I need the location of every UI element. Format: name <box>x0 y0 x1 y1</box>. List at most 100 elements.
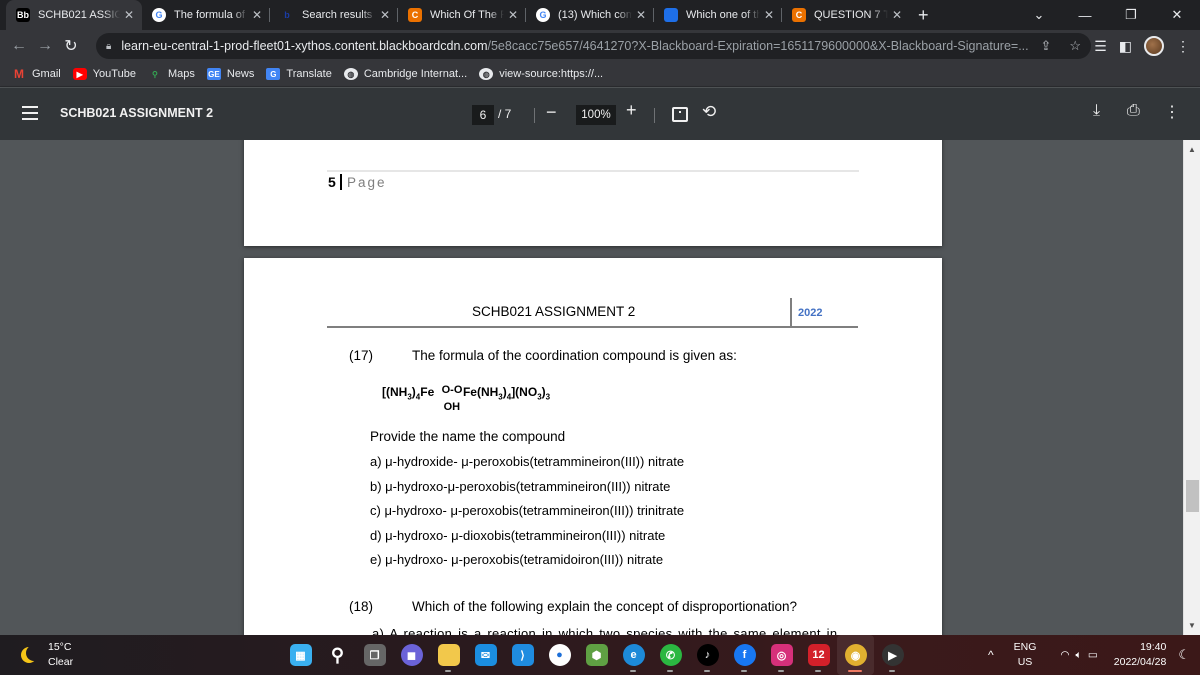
language-indicator[interactable]: ENG US <box>1014 640 1037 670</box>
reading-list-icon[interactable]: ☰ <box>1094 38 1107 55</box>
edge-icon: e <box>622 644 645 666</box>
scroll-thumb[interactable] <box>1186 480 1199 512</box>
wifi-icon[interactable]: ◠ <box>1060 649 1069 661</box>
reload-button[interactable]: ↻ <box>58 36 84 56</box>
close-tab-icon[interactable]: ✕ <box>892 8 902 22</box>
start-icon: ▦ <box>289 644 312 666</box>
lock-icon[interactable]: 🔒︎ <box>106 41 111 52</box>
taskbar-app[interactable]: ✆ <box>652 635 689 675</box>
profile-avatar[interactable] <box>1144 36 1164 56</box>
more-options-icon[interactable]: ⋮ <box>1164 102 1180 122</box>
bookmark-item[interactable]: ⚲ Maps <box>148 68 195 80</box>
page-number-input[interactable]: 6 <box>472 105 494 125</box>
taskbar-app[interactable]: ◎ <box>763 635 800 675</box>
scroll-up-arrow[interactable]: ▲ <box>1188 145 1196 154</box>
taskbar-app[interactable]: ⚲ <box>319 635 356 675</box>
teams-chat-icon: ◼ <box>400 644 423 666</box>
volume-icon[interactable]: 🔈︎ <box>1076 649 1082 662</box>
taskbar-app[interactable]: ◉ <box>837 635 874 675</box>
pdf-document-area[interactable]: 5 Page SCHB021 ASSIGNMENT 2 2022 (17) Th… <box>0 140 1183 635</box>
formula-right: Fe(NH3)4](NO3)3 <box>462 385 551 402</box>
notifications-icon[interactable]: ☾ <box>1178 647 1190 663</box>
bookmark-item[interactable]: ◍ view-source:https://... <box>479 68 603 80</box>
taskbar-app[interactable]: ◼ <box>393 635 430 675</box>
print-icon[interactable]: ⎙ <box>1127 102 1140 120</box>
running-indicator <box>445 670 451 672</box>
browser-tab[interactable]: G The formula of th ✕ <box>142 0 270 30</box>
back-button[interactable]: ← <box>6 37 32 55</box>
scroll-down-arrow[interactable]: ▼ <box>1188 621 1196 630</box>
close-window-button[interactable]: ✕ <box>1154 7 1200 23</box>
bookmark-star-icon[interactable]: ☆ <box>1069 38 1081 54</box>
close-tab-icon[interactable]: ✕ <box>380 8 390 22</box>
download-icon[interactable]: ⤓ <box>1093 102 1100 120</box>
answer-option: b) μ-hydroxo-μ-peroxobis(tetrammineiron(… <box>370 478 671 494</box>
browser-tab[interactable]: Bb SCHB021 ASSIGN ✕ <box>6 0 142 30</box>
taskbar-app[interactable]: ▦ <box>282 635 319 675</box>
zoom-in-button[interactable]: + <box>626 100 637 121</box>
browser-tab[interactable]: G (13) Which comp ✕ <box>526 0 654 30</box>
bookmark-item[interactable]: ▶ YouTube <box>72 68 136 80</box>
close-tab-icon[interactable]: ✕ <box>508 8 518 22</box>
taskbar-app[interactable]: ⟩ <box>504 635 541 675</box>
question-18-text: Which of the following explain the conce… <box>412 599 797 614</box>
page-header-title: SCHB021 ASSIGNMENT 2 <box>472 304 636 319</box>
browser-tab[interactable]: C QUESTION 7 The ✕ <box>782 0 910 30</box>
clock[interactable]: 19:40 2022/04/28 <box>1114 640 1167 670</box>
address-bar[interactable]: 🔒︎ learn-eu-central-1-prod-fleet01-xytho… <box>96 33 1091 59</box>
show-hidden-icons-chevron[interactable]: ^ <box>988 648 994 662</box>
taskbar-app[interactable]: f <box>726 635 763 675</box>
zoom-level-input[interactable]: 100% <box>576 105 616 125</box>
fit-to-page-icon[interactable] <box>672 107 688 122</box>
running-indicator <box>815 670 821 672</box>
clock-date: 2022/04/28 <box>1113 656 1167 668</box>
browser-toolbar: ← → ↻ 🔒︎ learn-eu-central-1-prod-fleet01… <box>0 30 1200 62</box>
zoom-out-button[interactable]: − <box>546 102 557 123</box>
restore-button[interactable]: ❐ <box>1108 7 1154 23</box>
browser-tab[interactable]: C Which Of The Fol ✕ <box>398 0 526 30</box>
bookmark-item[interactable]: M Gmail <box>12 67 61 81</box>
system-tray: ^ ENG US ◠ 🔈︎ ▭ 19:40 2022/04/28 ☾ <box>988 635 1200 675</box>
taskbar-app[interactable]: ⬢ <box>578 635 615 675</box>
taskbar-app[interactable]: 12 <box>800 635 837 675</box>
vertical-scrollbar[interactable]: ▲ ▼ <box>1183 140 1200 635</box>
weather-widget[interactable]: 15°C Clear <box>20 640 73 670</box>
close-tab-icon[interactable]: ✕ <box>124 8 134 22</box>
bookmark-item[interactable]: ◍ Cambridge Internat... <box>343 68 467 80</box>
forward-button[interactable]: → <box>32 37 58 55</box>
tab-search-icon[interactable]: ⌄ <box>1016 7 1062 23</box>
browser-tab[interactable]: Which one of the ✕ <box>654 0 782 30</box>
question-18-option-a: a) A reaction is a reaction in which two… <box>372 626 838 635</box>
bookmark-item[interactable]: G Translate <box>266 68 332 80</box>
vscode-icon: ⟩ <box>511 644 534 666</box>
browser-tab[interactable]: b Search results for ✕ <box>270 0 398 30</box>
taskbar-app[interactable] <box>430 635 467 675</box>
menu-icon[interactable] <box>22 106 38 120</box>
close-tab-icon[interactable]: ✕ <box>764 8 774 22</box>
battery-icon[interactable]: ▭ <box>1088 649 1098 661</box>
file-explorer-icon <box>437 644 460 666</box>
taskbar-apps: ▦ ⚲ ❐ ◼ ✉ ⟩ ● ⬢ e ✆ ♪ f ◎ 12 ◉ ▶ <box>282 635 911 675</box>
url-path: /5e8cacc75e657/4641270?X-Blackboard-Expi… <box>487 39 1029 53</box>
footer-divider <box>340 174 342 190</box>
taskbar-app[interactable]: ♪ <box>689 635 726 675</box>
taskbar-app[interactable]: ✉ <box>467 635 504 675</box>
bookmark-item[interactable]: GE News <box>206 68 254 80</box>
new-tab-button[interactable]: + <box>918 5 929 26</box>
taskbar-app[interactable]: ● <box>541 635 578 675</box>
minimize-button[interactable]: — <box>1062 8 1108 23</box>
browser-menu-icon[interactable]: ⋮ <box>1176 38 1190 55</box>
close-tab-icon[interactable]: ✕ <box>636 8 646 22</box>
running-indicator <box>704 670 710 672</box>
side-panel-icon[interactable]: ◧ <box>1119 38 1132 55</box>
taskbar-app[interactable]: e <box>615 635 652 675</box>
bookmark-label: Translate <box>286 68 332 80</box>
region-code: US <box>1017 656 1033 668</box>
close-tab-icon[interactable]: ✕ <box>252 8 262 22</box>
page-header-year: 2022 <box>798 307 823 319</box>
url-host: learn-eu-central-1-prod-fleet01-xythos.c… <box>121 39 488 53</box>
taskbar-app[interactable]: ❐ <box>356 635 393 675</box>
taskbar-app[interactable]: ▶ <box>874 635 911 675</box>
rotate-icon[interactable]: ⟲ <box>702 102 716 122</box>
share-icon[interactable]: ⇪ <box>1040 38 1051 54</box>
